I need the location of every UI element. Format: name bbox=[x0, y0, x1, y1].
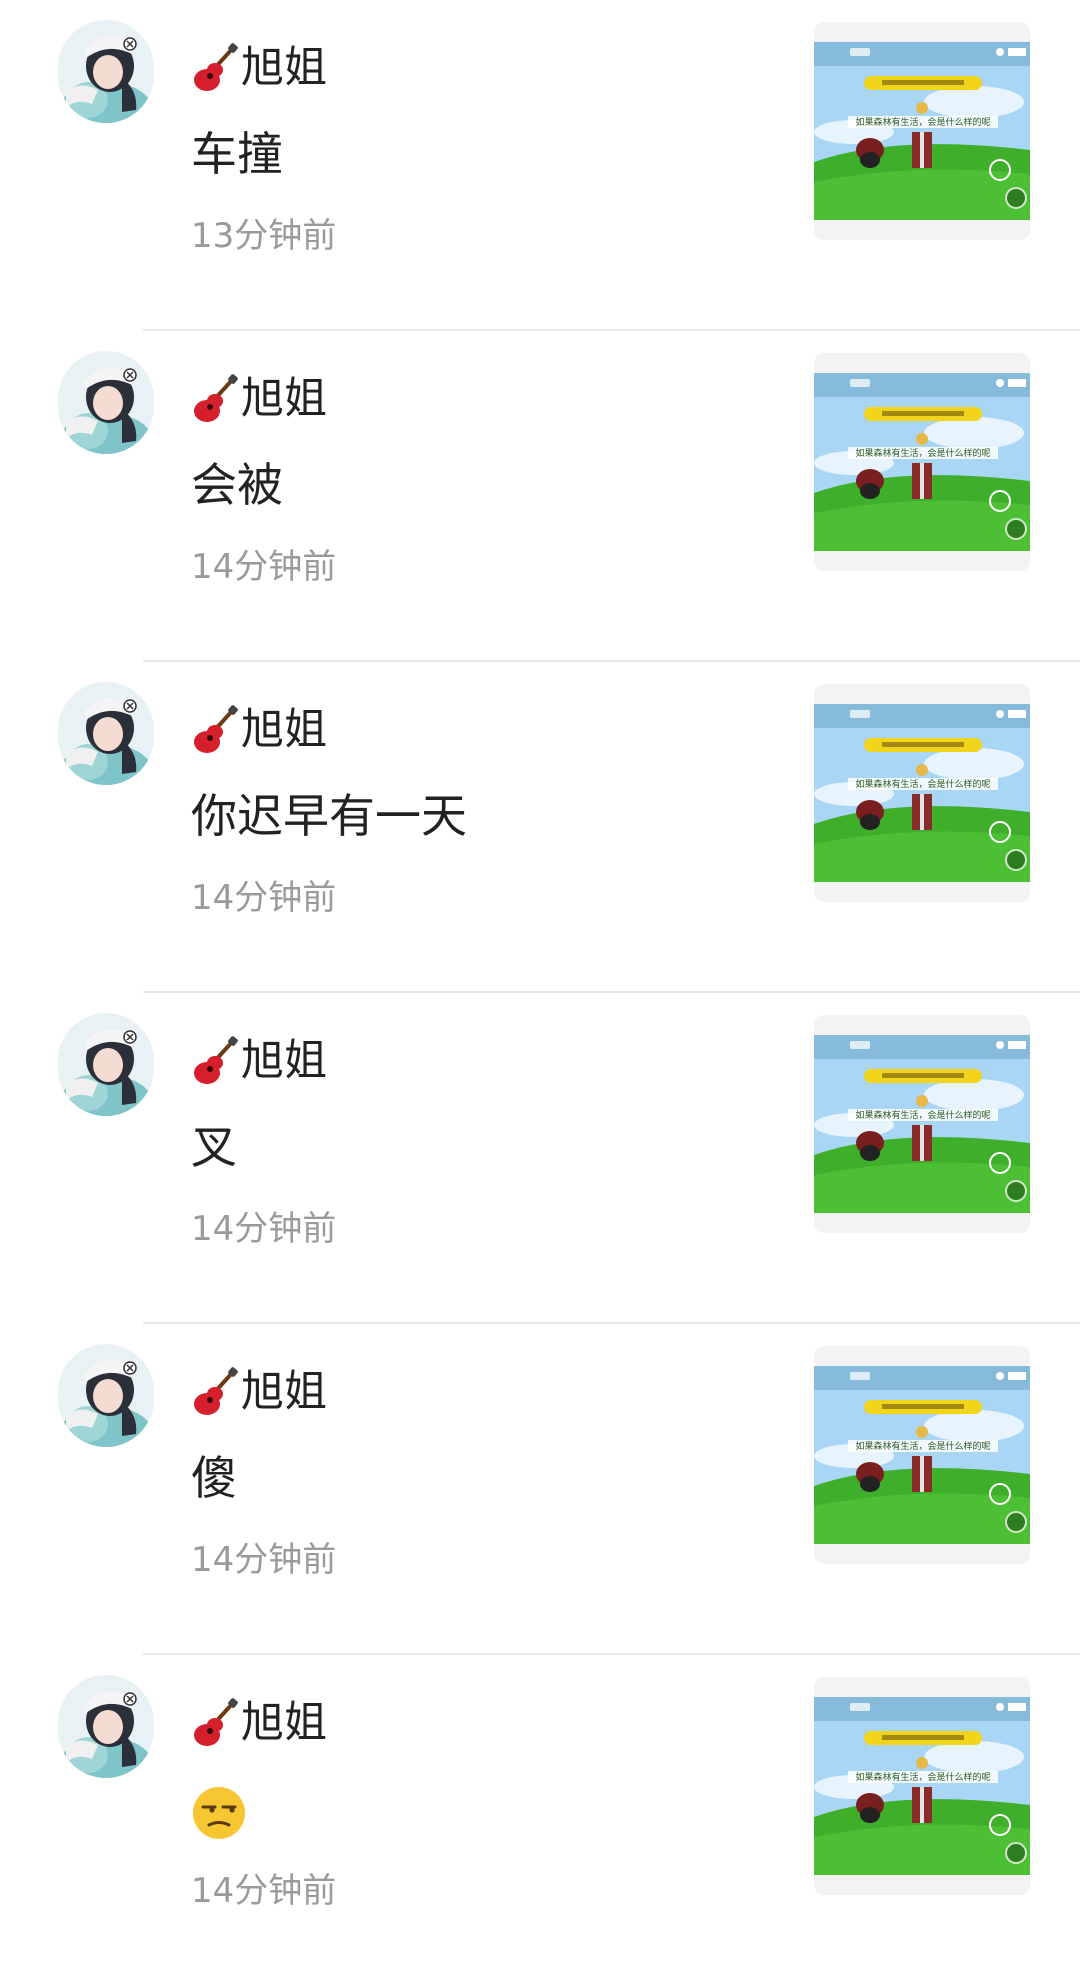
username[interactable]: 旭姐 bbox=[241, 702, 327, 758]
comment-item[interactable]: 旭姐 傻 14分钟前 如果森林有生活，会是什么样的呢 bbox=[0, 1324, 1080, 1655]
username[interactable]: 旭姐 bbox=[241, 1695, 327, 1751]
avatar[interactable] bbox=[58, 1675, 154, 1778]
comment-time: 14分钟前 bbox=[191, 1540, 337, 1580]
guitar-icon bbox=[194, 1698, 238, 1746]
username[interactable]: 旭姐 bbox=[241, 40, 327, 96]
comment-time: 14分钟前 bbox=[191, 1871, 337, 1911]
username-row: 旭姐 bbox=[191, 1695, 327, 1751]
comment-text: 叉 bbox=[191, 1120, 237, 1174]
username[interactable]: 旭姐 bbox=[241, 1033, 327, 1089]
comment-time: 14分钟前 bbox=[191, 1209, 337, 1249]
username-row: 旭姐 bbox=[191, 1364, 327, 1420]
image-thumbnail[interactable]: 如果森林有生活，会是什么样的呢 bbox=[814, 1346, 1030, 1564]
comment-item[interactable]: 旭姐 14分钟前 如果森林有生活，会是什么样的呢 bbox=[0, 1655, 1080, 1986]
avatar[interactable] bbox=[58, 682, 154, 785]
thumbnail-banner-text: 如果森林有生活，会是什么样的呢 bbox=[855, 1440, 990, 1452]
thumbnail-banner-text: 如果森林有生活，会是什么样的呢 bbox=[855, 1109, 990, 1121]
comment-item[interactable]: 旭姐 叉 14分钟前 如果森林有生活，会是什么样的呢 bbox=[0, 993, 1080, 1324]
avatar[interactable] bbox=[58, 20, 154, 123]
comment-text: 会被 bbox=[191, 458, 283, 512]
username-row: 旭姐 bbox=[191, 702, 327, 758]
comment-time: 14分钟前 bbox=[191, 878, 337, 918]
avatar[interactable] bbox=[58, 1344, 154, 1447]
comment-item[interactable]: 旭姐 车撞 13分钟前 如果森林有生活，会是什么样的呢 bbox=[0, 0, 1080, 331]
image-thumbnail[interactable]: 如果森林有生活，会是什么样的呢 bbox=[814, 22, 1030, 240]
comment-time: 13分钟前 bbox=[191, 216, 337, 256]
comment-list: 旭姐 车撞 13分钟前 如果森林有生活，会是什么样的呢 旭姐 会被 14分钟前 … bbox=[0, 0, 1080, 1986]
avatar[interactable] bbox=[58, 351, 154, 454]
comment-item[interactable]: 旭姐 会被 14分钟前 如果森林有生活，会是什么样的呢 bbox=[0, 331, 1080, 662]
image-thumbnail[interactable]: 如果森林有生活，会是什么样的呢 bbox=[814, 1677, 1030, 1895]
username[interactable]: 旭姐 bbox=[241, 371, 327, 427]
username-row: 旭姐 bbox=[191, 371, 327, 427]
image-thumbnail[interactable]: 如果森林有生活，会是什么样的呢 bbox=[814, 684, 1030, 902]
comment-item[interactable]: 旭姐 你迟早有一天 14分钟前 如果森林有生活，会是什么样的呢 bbox=[0, 662, 1080, 993]
username[interactable]: 旭姐 bbox=[241, 1364, 327, 1420]
username-row: 旭姐 bbox=[191, 40, 327, 96]
image-thumbnail[interactable]: 如果森林有生活，会是什么样的呢 bbox=[814, 1015, 1030, 1233]
guitar-icon bbox=[194, 374, 238, 422]
thumbnail-banner-text: 如果森林有生活，会是什么样的呢 bbox=[855, 1771, 990, 1783]
avatar[interactable] bbox=[58, 1013, 154, 1116]
comment-time: 14分钟前 bbox=[191, 547, 337, 587]
thumbnail-banner-text: 如果森林有生活，会是什么样的呢 bbox=[855, 778, 990, 790]
comment-text: 傻 bbox=[191, 1451, 237, 1505]
image-thumbnail[interactable]: 如果森林有生活，会是什么样的呢 bbox=[814, 353, 1030, 571]
thumbnail-banner-text: 如果森林有生活，会是什么样的呢 bbox=[855, 116, 990, 128]
guitar-icon bbox=[194, 1036, 238, 1084]
guitar-icon bbox=[194, 43, 238, 91]
thumbnail-banner-text: 如果森林有生活，会是什么样的呢 bbox=[855, 447, 990, 459]
username-row: 旭姐 bbox=[191, 1033, 327, 1089]
guitar-icon bbox=[194, 1367, 238, 1415]
comment-text: 车撞 bbox=[191, 127, 283, 181]
guitar-icon bbox=[194, 705, 238, 753]
comment-text bbox=[191, 1779, 247, 1841]
comment-text: 你迟早有一天 bbox=[191, 789, 467, 843]
unamused-face-icon bbox=[193, 1786, 245, 1839]
